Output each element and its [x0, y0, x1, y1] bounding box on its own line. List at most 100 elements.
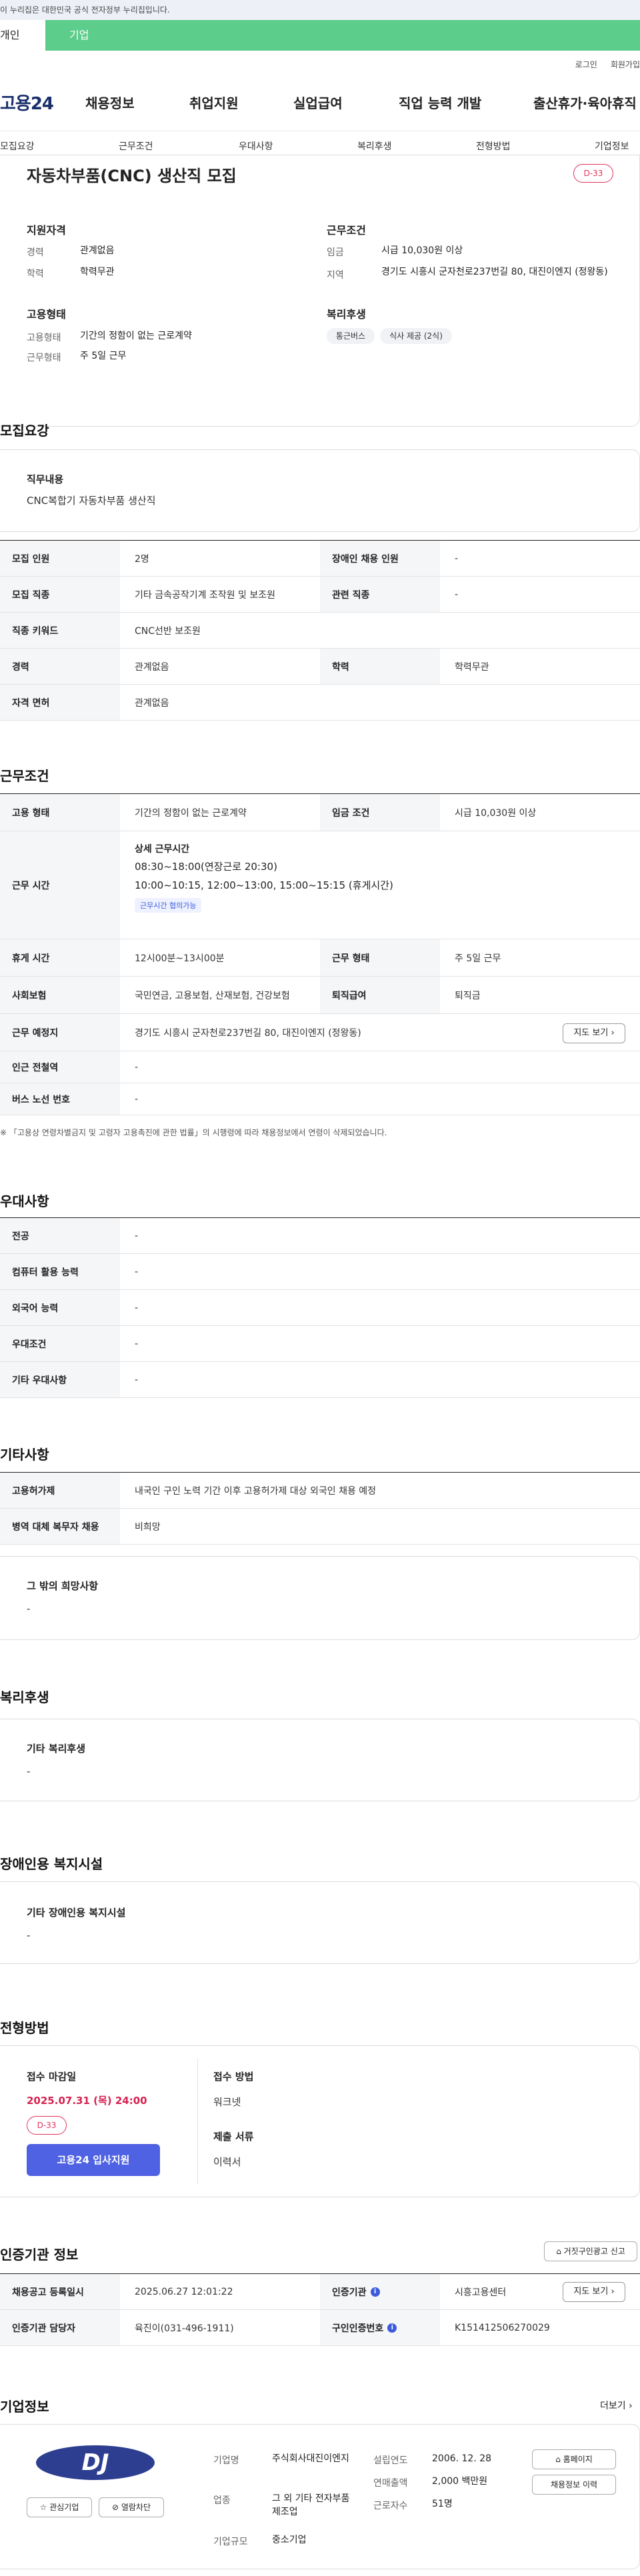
- divider: [197, 2059, 198, 2184]
- table-header: 직종 키워드: [0, 613, 120, 648]
- table-header: 인증기관 담당자: [0, 2310, 120, 2345]
- career-key: 경력: [27, 247, 44, 258]
- recruit-table: 모집 인원 2명 장애인 채용 인원 - 모집 직종 기타 금속공작기계 조작원…: [0, 540, 640, 721]
- gnb-item-jobs[interactable]: 채용정보: [85, 93, 135, 112]
- table-header: 자격 면허: [0, 685, 120, 720]
- table-header: 인근 전철역: [0, 1051, 120, 1083]
- disabled-value: -: [27, 1929, 31, 1941]
- agency-table: 채용공고 등록일시 2025.06.27 12:01:22 인증기관 i 시흥고용…: [0, 2273, 640, 2346]
- table-row: 버스 노선 번호 -: [0, 1083, 640, 1115]
- table-cell: 시급 10,030원 이상: [455, 807, 537, 819]
- tab-company[interactable]: 기업: [45, 20, 640, 51]
- dday-badge: D-33: [573, 164, 613, 183]
- block-view-button[interactable]: ⊘ 열람차단: [99, 2497, 164, 2517]
- snb-selection[interactable]: 전형방법: [476, 139, 511, 153]
- chevron-right-icon: ›: [629, 2401, 633, 2411]
- table-cell: 기타 금속공작기계 조작원 및 보조원: [135, 589, 275, 601]
- favorite-company-button[interactable]: ☆ 관심기업: [27, 2497, 92, 2517]
- report-button[interactable]: ⌂ 거짓구인광고 신고: [544, 2241, 637, 2261]
- table-row: 전공 -: [0, 1218, 640, 1254]
- table-row: 자격 면허 관계없음: [0, 685, 640, 721]
- table-row: 병역 대체 복무자 채용 비희망: [0, 1509, 640, 1545]
- table-header: 근무 시간: [0, 831, 120, 939]
- table-cell: 퇴직금: [455, 990, 481, 1001]
- org-key-label: 인증기관: [332, 2287, 367, 2298]
- gnb-item-training[interactable]: 직업 능력 개발: [399, 93, 481, 112]
- map-button[interactable]: 지도 보기 ›: [563, 1023, 625, 1043]
- table-cell: 내국인 구인 노력 기간 이후 고용허가제 대상 외국인 채용 예정: [135, 1485, 377, 1497]
- region-key: 지역: [327, 270, 344, 281]
- homepage-button[interactable]: ⌂ 홈페이지: [532, 2449, 616, 2469]
- company-size-value: 중소기업: [272, 2535, 307, 2545]
- job-title: 자동차부품(CNC) 생산직 모집: [27, 167, 237, 185]
- snb-welfare[interactable]: 복리후생: [357, 139, 392, 153]
- docs-value: 이력서: [213, 2156, 241, 2168]
- chevron-right-icon: ›: [611, 2287, 615, 2297]
- duty-label: 직무내용: [27, 473, 64, 485]
- table-row: 기타 우대사항 -: [0, 1362, 640, 1398]
- gov-banner: 이 누리집은 대한민국 공식 전자정부 누리집입니다.: [0, 0, 640, 20]
- agency-title: 인증기관 정보: [0, 2247, 79, 2263]
- emp-label: 고용형태: [27, 308, 66, 321]
- etc-title: 기타사항: [0, 1447, 49, 1463]
- gnb-item-unemployment[interactable]: 실업급여: [293, 93, 343, 112]
- member-type-tabs: 개인 기업: [0, 20, 640, 51]
- snb-conditions[interactable]: 근무조건: [119, 139, 153, 153]
- hours-line-1: 08:30~18:00(연장근로 20:30): [135, 861, 277, 873]
- snb-recruit[interactable]: 모집요강: [0, 139, 35, 153]
- table-header: 휴게 시간: [0, 939, 120, 976]
- block-label: 열람차단: [121, 2503, 151, 2512]
- company-more-link[interactable]: 더보기 ›: [600, 2399, 633, 2412]
- table-cell: -: [135, 1266, 139, 1277]
- snb-company[interactable]: 기업정보: [595, 139, 629, 153]
- job-history-button[interactable]: 채용정보 이력: [532, 2475, 616, 2495]
- table-header: 외국어 능력: [0, 1290, 120, 1325]
- table-cell: 2025.06.27 12:01:22: [135, 2286, 233, 2297]
- apply-button[interactable]: 고용24 입사지원: [27, 2144, 160, 2176]
- company-title: 기업정보: [0, 2399, 49, 2415]
- hours-line-2: 10:00~10:15, 12:00~13:00, 15:00~15:15 (휴…: [135, 879, 393, 891]
- table-header: 구인인증번호 i: [320, 2310, 440, 2345]
- work-type-key: 근무형태: [27, 353, 61, 363]
- industry-key: 업종: [213, 2495, 231, 2506]
- method-label: 접수 방법: [213, 2071, 254, 2083]
- table-cell: 주 5일 근무: [455, 953, 501, 964]
- table-header: 채용공고 등록일시: [0, 2274, 120, 2309]
- snb-prefer[interactable]: 우대사항: [239, 139, 273, 153]
- hope-card: [0, 1556, 640, 1640]
- table-cell: 학력무관: [455, 661, 489, 673]
- login-link[interactable]: 로그인: [575, 59, 597, 70]
- info-icon[interactable]: i: [370, 2287, 380, 2297]
- gnb-item-employment-support[interactable]: 취업지원: [189, 93, 239, 112]
- welfare-title: 복리후생: [0, 1689, 49, 1705]
- docs-label: 제출 서류: [213, 2131, 254, 2143]
- gnb-item-leave[interactable]: 출산휴가·육아휴직: [533, 93, 637, 112]
- company-logo: DJ: [36, 2445, 155, 2480]
- table-header: 모집 직종: [0, 577, 120, 612]
- info-icon[interactable]: i: [387, 2323, 397, 2333]
- table-cell: 12시00분~13시00분: [135, 953, 225, 964]
- welfare-label: 복리후생: [327, 308, 366, 321]
- table-header: 인증기관 i: [320, 2274, 440, 2309]
- table-header: 임금 조건: [320, 794, 440, 831]
- dday-badge: D-33: [27, 2116, 67, 2135]
- deadline-value: 2025.07.31 (목) 24:00: [27, 2095, 147, 2107]
- table-header: 장애인 채용 인원: [320, 541, 440, 576]
- table-row: 사회보험 국민연금, 고용보험, 산재보험, 건강보험 퇴직급여 퇴직금: [0, 977, 640, 1014]
- chevron-right-icon: ›: [611, 1028, 615, 1038]
- agency-map-label: 지도 보기: [573, 2287, 609, 2297]
- tab-person[interactable]: 개인: [0, 20, 45, 51]
- prefer-table: 전공 - 컴퓨터 활용 능력 - 외국어 능력 - 우대조건 - 기타 우대사항…: [0, 1217, 640, 1398]
- method-value: 워크넷: [213, 2096, 241, 2108]
- table-cell: -: [135, 1230, 139, 1241]
- edu-key: 학력: [27, 269, 44, 279]
- table-header: 퇴직급여: [320, 977, 440, 1013]
- sales-value: 2,000 백만원: [432, 2476, 488, 2487]
- site-logo[interactable]: 고용24: [0, 90, 85, 115]
- join-link[interactable]: 회원가입: [611, 59, 640, 70]
- duty-text: CNC복합기 자동차부품 생산직: [27, 495, 156, 507]
- table-cell: 2명: [135, 553, 149, 565]
- hope-label: 그 밖의 희망사항: [27, 1580, 99, 1592]
- agency-map-button[interactable]: 지도 보기 ›: [563, 2282, 625, 2302]
- table-row: 인증기관 담당자 육진이(031-496-1911) 구인인증번호 i K1514…: [0, 2310, 640, 2346]
